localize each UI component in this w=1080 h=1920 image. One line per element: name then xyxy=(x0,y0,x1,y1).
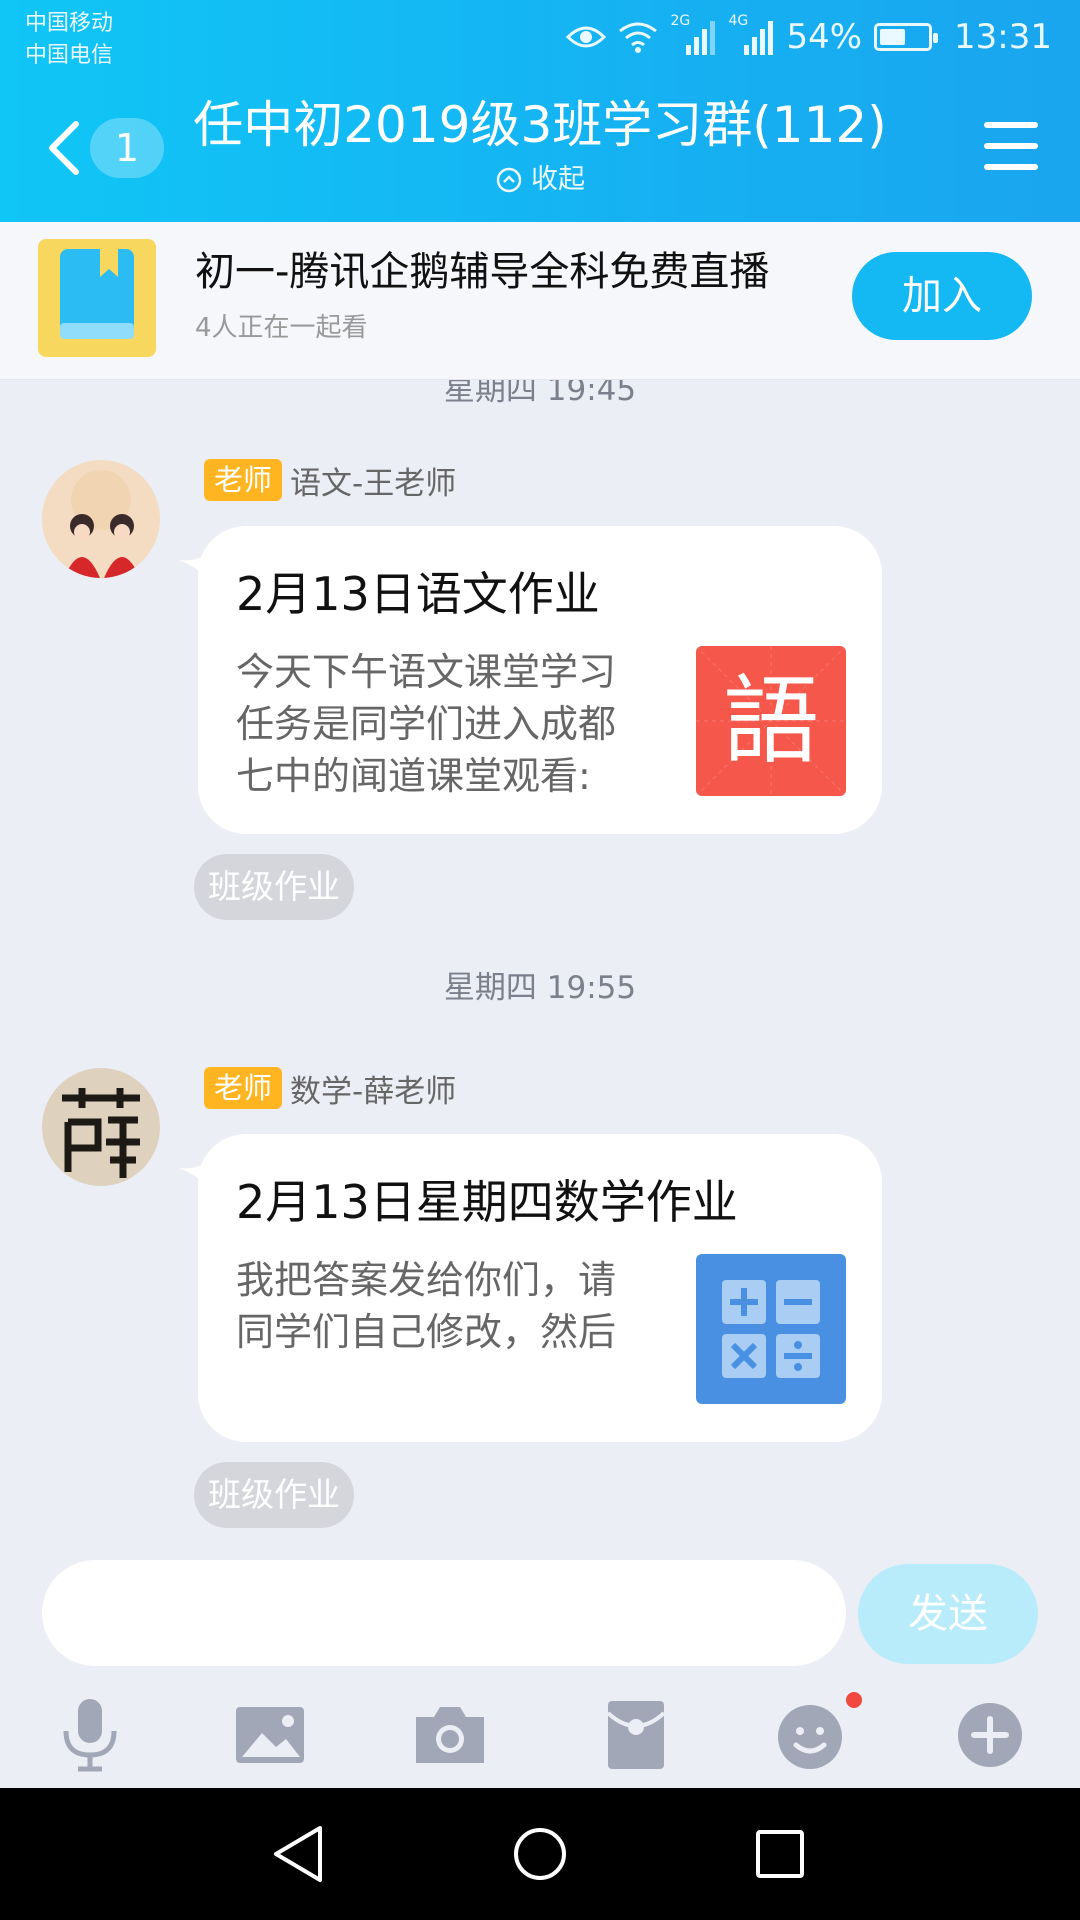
join-button[interactable]: 加入 xyxy=(852,252,1032,340)
card-line: 我把答案发给你们，请 xyxy=(236,1258,617,1302)
chat-message-list[interactable]: 星期四 19:45 老师 语文-王老师 2月13日语文作业 今天下午语文课堂学习 xyxy=(0,380,1080,1560)
collapse-label: 收起 xyxy=(531,164,585,195)
avatar[interactable] xyxy=(42,460,160,578)
sender-name[interactable]: 数学-薛老师 xyxy=(290,1066,456,1111)
card-line: 今天下午语文课堂学习 xyxy=(236,650,617,694)
emoji-icon[interactable] xyxy=(770,1695,850,1775)
card-title: 2月13日语文作业 xyxy=(236,567,600,621)
chat-screen: 中国移动 中国电信 2G 4G 54% 13:31 1 任中初2019级3班学习… xyxy=(0,0,1080,1920)
chat-header: 中国移动 中国电信 2G 4G 54% 13:31 1 任中初2019级3班学习… xyxy=(0,0,1080,222)
sender-line: 老师 数学-薛老师 xyxy=(204,1066,456,1110)
collapse-toggle[interactable]: 收起 xyxy=(0,162,1080,198)
message-input[interactable] xyxy=(42,1560,846,1666)
thumb-char: 語 xyxy=(723,665,819,777)
notification-dot xyxy=(846,1692,862,1708)
avatar[interactable] xyxy=(42,1068,160,1186)
microphone-icon[interactable] xyxy=(50,1695,130,1775)
nav-recents-icon[interactable] xyxy=(744,1818,816,1890)
image-icon[interactable] xyxy=(230,1695,310,1775)
chevron-up-circle-icon xyxy=(496,167,522,193)
battery-percent: 54% xyxy=(786,17,863,57)
wifi-icon xyxy=(619,22,658,53)
red-packet-icon[interactable] xyxy=(596,1695,676,1775)
status-icons: 2G 4G 54% 13:31 xyxy=(566,13,1052,60)
card-preview: 今天下午语文课堂学习 任务是同学们进入成都 七中的闻道课堂观看: xyxy=(236,646,676,802)
chinese-subject-icon: 語 xyxy=(696,646,846,796)
banner-viewers: 4人正在一起看 xyxy=(195,313,368,343)
homework-card[interactable]: 2月13日星期四数学作业 我把答案发给你们，请 同学们自己修改，然后 xyxy=(198,1134,882,1442)
battery-fill xyxy=(880,29,906,45)
battery-icon xyxy=(874,23,939,51)
nav-back-icon[interactable] xyxy=(264,1818,336,1890)
card-preview: 我把答案发给你们，请 同学们自己修改，然后 xyxy=(236,1254,676,1358)
banner-title: 初一-腾讯企鹅辅导全科免费直播 xyxy=(195,249,770,295)
sender-name[interactable]: 语文-王老师 xyxy=(290,458,456,503)
class-homework-tag[interactable]: 班级作业 xyxy=(194,854,354,920)
group-title[interactable]: 任中初2019级3班学习群(112) xyxy=(0,95,1080,155)
teacher-tag: 老师 xyxy=(204,1067,283,1109)
signal-bars-icon xyxy=(744,21,774,55)
menu-icon[interactable] xyxy=(984,122,1038,170)
nav-home-icon[interactable] xyxy=(504,1818,576,1890)
signal-bars-icon xyxy=(686,21,716,55)
teacher-tag: 老师 xyxy=(204,459,283,501)
card-line: 任务是同学们进入成都 xyxy=(236,702,617,746)
plus-icon[interactable] xyxy=(950,1695,1030,1775)
camera-icon[interactable] xyxy=(410,1695,490,1775)
card-line: 同学们自己修改，然后 xyxy=(236,1310,617,1354)
carrier-info: 中国移动 中国电信 xyxy=(25,8,113,72)
sender-line: 老师 语文-王老师 xyxy=(204,458,456,502)
card-line: 七中的闻道课堂观看: xyxy=(236,754,591,798)
carrier-1: 中国移动 xyxy=(25,11,114,36)
system-nav-bar xyxy=(0,1788,1080,1920)
send-button[interactable]: 发送 xyxy=(858,1564,1038,1664)
timestamp: 星期四 19:55 xyxy=(443,970,637,1006)
class-homework-tag[interactable]: 班级作业 xyxy=(194,1462,354,1528)
eye-icon xyxy=(566,26,607,48)
signal-2g: 2G xyxy=(670,13,716,57)
homework-card[interactable]: 2月13日语文作业 今天下午语文课堂学习 任务是同学们进入成都 七中的闻道课堂观… xyxy=(198,526,882,834)
signal-4g: 4G xyxy=(728,13,774,57)
input-bar: 发送 xyxy=(0,1560,1080,1788)
clock: 13:31 xyxy=(954,17,1052,57)
carrier-2: 中国电信 xyxy=(25,43,114,68)
book-icon xyxy=(38,239,156,357)
calculator-icon xyxy=(696,1254,846,1404)
card-title: 2月13日星期四数学作业 xyxy=(236,1175,738,1229)
timestamp: 星期四 19:45 xyxy=(443,380,637,408)
